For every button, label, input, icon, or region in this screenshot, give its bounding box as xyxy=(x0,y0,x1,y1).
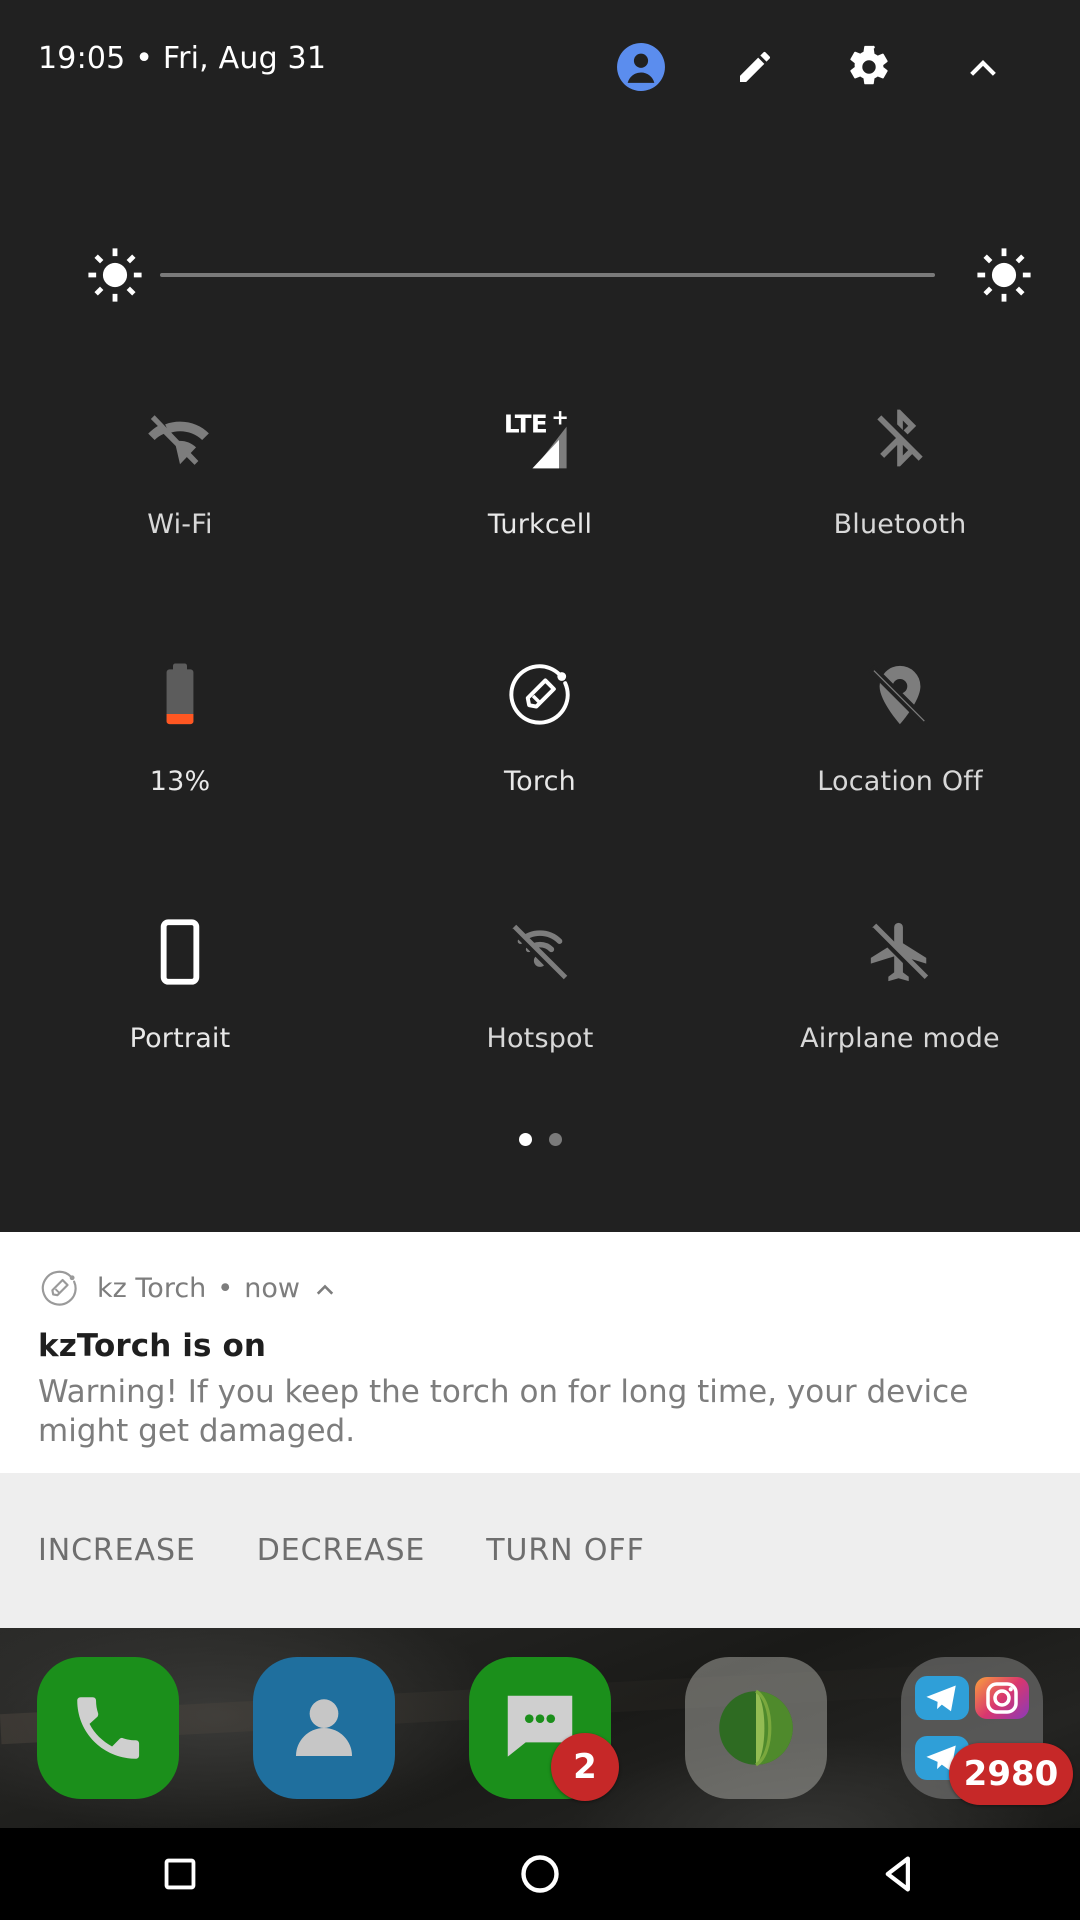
page-dot-active[interactable] xyxy=(518,1133,532,1146)
status-badge: 2980 xyxy=(949,1743,1073,1805)
clock-and-date: 19:05 • Fri, Aug 31 xyxy=(38,41,327,76)
dock-slot-messages[interactable]: 2 xyxy=(432,1657,648,1801)
airplane-off-icon xyxy=(862,914,938,990)
torch-icon xyxy=(38,1267,81,1310)
quick-settings-page-indicator xyxy=(0,1133,1080,1146)
quick-settings-header: 19:05 • Fri, Aug 31 xyxy=(0,0,1080,125)
tile-portrait[interactable]: Portrait xyxy=(0,894,360,1151)
tile-label: 13% xyxy=(149,766,211,797)
circle-home-icon[interactable] xyxy=(494,1828,586,1920)
status-badge: 2 xyxy=(551,1733,619,1801)
brightness-low-icon xyxy=(86,246,144,304)
tile-torch[interactable]: Torch xyxy=(360,637,720,894)
battery-low-icon xyxy=(142,657,218,733)
tile-row: 13% Torch Location Off xyxy=(0,637,1080,894)
tile-row: Wi-Fi LTE + Turkcell Bluetooth xyxy=(0,380,1080,637)
gear-icon[interactable] xyxy=(840,38,898,96)
tile-mobile-network[interactable]: LTE + Turkcell xyxy=(360,380,720,637)
brightness-slider-row[interactable] xyxy=(0,235,1080,315)
portrait-lock-icon xyxy=(142,914,218,990)
telegram-icon xyxy=(915,1676,969,1720)
tile-wifi[interactable]: Wi-Fi xyxy=(0,380,360,637)
tile-label: Location Off xyxy=(817,766,983,797)
dock-slot-contacts[interactable] xyxy=(216,1657,432,1799)
tile-label: Torch xyxy=(504,766,576,797)
hotspot-off-icon xyxy=(502,914,578,990)
tile-label: Airplane mode xyxy=(800,1023,1000,1054)
decrease-button[interactable]: DECREASE xyxy=(257,1533,426,1568)
user-avatar-icon[interactable] xyxy=(612,38,670,96)
turn-off-button[interactable]: TURN OFF xyxy=(486,1533,644,1568)
page-dot[interactable] xyxy=(548,1133,562,1146)
notification-body: Warning! If you keep the torch on for lo… xyxy=(38,1374,969,1449)
svg-text:+: + xyxy=(551,406,569,430)
brightness-slider-track[interactable] xyxy=(160,273,935,277)
signal-lte-plus-icon: LTE + xyxy=(502,400,578,476)
notification-time: now xyxy=(244,1273,300,1304)
dock-slot-phone[interactable] xyxy=(0,1657,216,1799)
chevron-up-icon[interactable] xyxy=(311,1275,339,1303)
chevron-up-icon[interactable] xyxy=(954,38,1012,96)
notification-title: kzTorch is on xyxy=(38,1328,267,1364)
wifi-off-icon xyxy=(142,400,218,476)
notification-app-name: kz Torch xyxy=(97,1273,207,1304)
navigation-bar xyxy=(0,1828,1080,1920)
increase-button[interactable]: INCREASE xyxy=(38,1533,196,1568)
tile-row: Portrait Hotspot Airplane mode xyxy=(0,894,1080,1151)
tile-label: Bluetooth xyxy=(833,509,967,540)
tile-hotspot[interactable]: Hotspot xyxy=(360,894,720,1151)
tile-bluetooth[interactable]: Bluetooth xyxy=(720,380,1080,637)
triangle-back-icon[interactable] xyxy=(854,1828,946,1920)
tile-label: Portrait xyxy=(129,1023,231,1054)
square-recents-icon[interactable] xyxy=(134,1828,226,1920)
tile-label: Wi-Fi xyxy=(147,509,213,540)
green-ball-icon[interactable] xyxy=(685,1657,827,1799)
notification-separator: • xyxy=(217,1273,234,1304)
contacts-icon[interactable] xyxy=(253,1657,395,1799)
tile-label: Turkcell xyxy=(487,509,593,540)
notification-actions: INCREASE DECREASE TURN OFF xyxy=(0,1473,1080,1628)
bluetooth-off-icon xyxy=(862,400,938,476)
tile-location[interactable]: Location Off xyxy=(720,637,1080,894)
torch-icon xyxy=(502,657,578,733)
pencil-edit-icon[interactable] xyxy=(726,38,784,96)
messages-icon[interactable]: 2 xyxy=(469,1657,619,1801)
tile-airplane-mode[interactable]: Airplane mode xyxy=(720,894,1080,1151)
phone-icon[interactable] xyxy=(37,1657,179,1799)
notification-header-text: kz Torch • now xyxy=(97,1273,339,1304)
quick-settings-panel: 19:05 • Fri, Aug 31 Wi-Fi LTE + Turkcell… xyxy=(0,0,1080,1232)
svg-text:LTE: LTE xyxy=(504,409,547,438)
dock-slot-app[interactable] xyxy=(648,1657,864,1799)
tile-label: Hotspot xyxy=(486,1023,594,1054)
notification-card[interactable]: kz Torch • now kzTorch is on Warning! If… xyxy=(0,1232,1080,1473)
notification-header: kz Torch • now xyxy=(38,1267,339,1310)
app-dock: 2 2980 xyxy=(0,1628,1080,1828)
tile-battery[interactable]: 13% xyxy=(0,637,360,894)
dock-slot-folder[interactable]: 2980 xyxy=(864,1657,1080,1805)
quick-settings-tile-grid: Wi-Fi LTE + Turkcell Bluetooth 13% Torch… xyxy=(0,380,1080,1151)
folder-icon[interactable]: 2980 xyxy=(901,1657,1073,1805)
brightness-high-icon xyxy=(975,246,1033,304)
instagram-icon xyxy=(975,1677,1029,1719)
location-off-icon xyxy=(862,657,938,733)
